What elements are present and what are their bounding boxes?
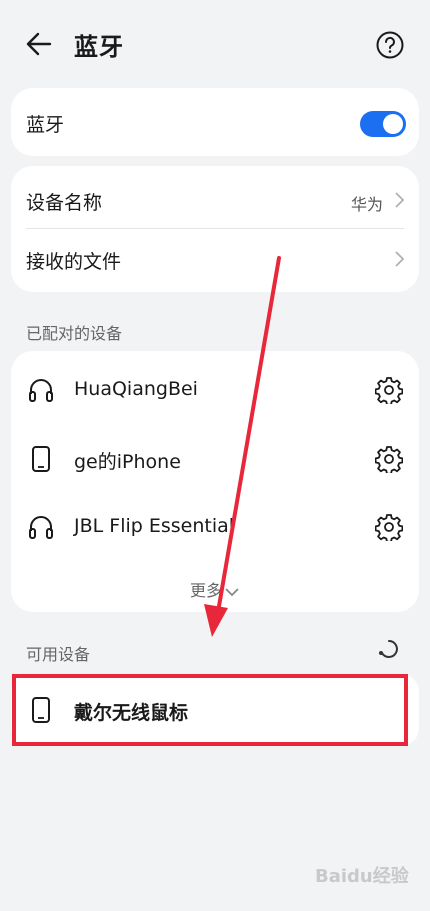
chevron-right-icon [395,251,405,267]
chevron-right-icon [395,192,405,208]
device-name-label: 设备名称 [26,192,103,214]
paired-device-name: HuaQiangBei [74,378,198,400]
device-name-value: 华为 [350,195,383,214]
page-title: 蓝牙 [74,33,124,61]
chevron-down-icon [225,587,239,596]
gear-icon[interactable] [375,513,403,541]
received-files-label: 接收的文件 [26,251,122,273]
show-more-button[interactable]: 更多 [11,577,419,601]
paired-devices-heading: 已配对的设备 [26,324,123,343]
received-files-row[interactable]: 接收的文件 [11,229,419,292]
phone-icon [32,446,50,472]
headphones-icon [29,379,53,402]
back-arrow-icon[interactable] [24,30,54,58]
headphones-icon [29,516,53,539]
settings-card: 设备名称 华为 接收的文件 [11,166,419,292]
gear-icon[interactable] [375,445,403,473]
paired-device-row[interactable]: JBL Flip Essential [11,489,419,559]
help-icon[interactable] [375,30,405,60]
annotation-highlight-box [12,674,408,746]
paired-device-name: JBL Flip Essential [74,515,235,537]
scanning-spinner-icon [379,640,398,658]
bluetooth-label: 蓝牙 [26,114,65,136]
paired-device-row[interactable]: HuaQiangBei [11,351,419,421]
bluetooth-toggle-card: 蓝牙 [11,88,419,156]
watermark-logo: Baidu经验 [315,866,409,887]
paired-device-row[interactable]: ge的iPhone [11,421,419,489]
paired-device-name: ge的iPhone [74,451,181,473]
gear-icon[interactable] [375,376,403,404]
show-more-label: 更多 [189,581,222,600]
bluetooth-switch[interactable] [360,111,406,137]
switch-knob [383,114,403,134]
device-name-row[interactable]: 设备名称 华为 [11,166,419,229]
top-bar: 蓝牙 [0,0,430,88]
paired-devices-card: HuaQiangBei ge的iPhone JBL Flip Essential… [11,351,419,612]
available-devices-heading: 可用设备 [26,645,91,664]
